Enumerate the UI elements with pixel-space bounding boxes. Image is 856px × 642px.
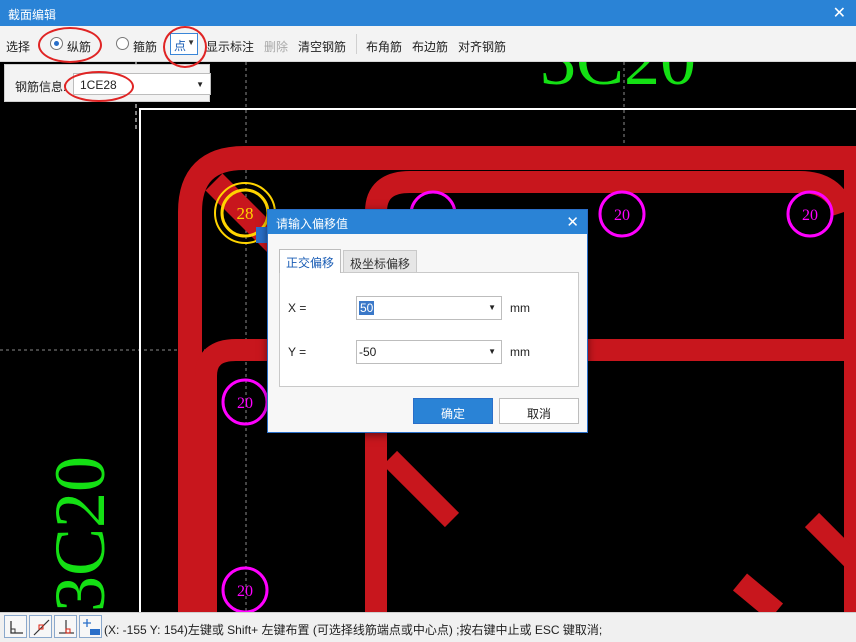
stirrup-radio[interactable]: [116, 37, 129, 50]
chevron-down-icon: ▼: [488, 347, 496, 356]
y-unit: mm: [510, 345, 530, 359]
toolbar: 选择 纵筋 箍筋 点 ▼ 显示标注 删除 清空钢筋 布角筋 布边筋 对齐钢筋: [0, 26, 856, 62]
dialog-close-icon[interactable]: ✕: [566, 213, 579, 231]
dynamic-input-icon[interactable]: [79, 615, 102, 638]
delete-button[interactable]: 删除: [264, 38, 288, 55]
x-offset-field[interactable]: 50 ▼: [356, 296, 502, 320]
dialog-title: 请输入偏移值: [276, 217, 349, 231]
clear-rebar-button[interactable]: 清空钢筋: [298, 38, 346, 55]
snap-endpoint-icon[interactable]: [29, 615, 52, 638]
rebar-info-select[interactable]: 1CE28 ▼: [73, 73, 211, 95]
window-title-bar: 截面编辑 ✕: [0, 0, 856, 26]
point-mode-value: 点: [174, 39, 187, 53]
y-offset-value: -50: [359, 345, 377, 359]
chevron-down-icon: ▼: [488, 303, 496, 312]
ortho-mode-icon[interactable]: [4, 615, 27, 638]
rebar-info-label: 钢筋信息:: [15, 80, 67, 94]
window-close-icon[interactable]: ✕: [833, 3, 846, 23]
tab-orthogonal-offset[interactable]: 正交偏移: [279, 249, 342, 273]
toolbar-divider: [356, 34, 357, 54]
chevron-down-icon: ▼: [187, 38, 195, 47]
rebar-label: 20: [237, 395, 253, 412]
stirrup-label[interactable]: 箍筋: [133, 38, 157, 55]
rebar-label: 20: [237, 583, 253, 600]
point-mode-dropdown[interactable]: 点 ▼: [170, 33, 198, 55]
corner-rebar-button[interactable]: 布角筋: [366, 38, 402, 55]
longitudinal-label[interactable]: 纵筋: [67, 38, 91, 55]
rebar-spec-label-left: 3C20: [40, 456, 120, 612]
snap-perpendicular-icon[interactable]: [54, 615, 77, 638]
rebar-info-value: 1CE28: [80, 78, 117, 92]
stirrup-hook: [382, 450, 460, 528]
tab-polar-offset[interactable]: 极坐标偏移: [343, 250, 418, 272]
tab-panel: X = 50 ▼ mm Y = -50 ▼ mm: [279, 272, 579, 387]
align-rebar-button[interactable]: 对齐钢筋: [458, 38, 506, 55]
show-annotation-button[interactable]: 显示标注: [206, 38, 254, 55]
dialog-title-bar: 请输入偏移值 ✕: [268, 210, 587, 234]
x-label: X =: [288, 301, 307, 315]
stirrup-hook: [732, 573, 784, 612]
cancel-button[interactable]: 取消: [499, 398, 579, 424]
x-unit: mm: [510, 301, 530, 315]
rebar-spec-label-top: 3C20: [540, 62, 696, 100]
rebar-label: 20: [802, 207, 818, 224]
y-offset-field[interactable]: -50 ▼: [356, 340, 502, 364]
offset-dialog: 请输入偏移值 ✕ 正交偏移 极坐标偏移 X = 50 ▼ mm Y = -50 …: [267, 209, 588, 433]
chevron-down-icon: ▼: [196, 80, 204, 89]
corner-bar-label: 28: [237, 204, 254, 223]
longitudinal-radio[interactable]: [50, 37, 63, 50]
x-offset-value: 50: [359, 301, 375, 315]
status-bar: (X: -155 Y: 154)左键或 Shift+ 左键布置 (可选择线筋端点…: [0, 612, 856, 642]
rebar-label: 20: [614, 207, 630, 224]
rebar-info-panel: 钢筋信息: 1CE28 ▼: [4, 64, 211, 102]
status-message: (X: -155 Y: 154)左键或 Shift+ 左键布置 (可选择线筋端点…: [104, 623, 603, 637]
edge-rebar-button[interactable]: 布边筋: [412, 38, 448, 55]
ok-button[interactable]: 确定: [413, 398, 493, 424]
y-label: Y =: [288, 345, 307, 359]
window-title: 截面编辑: [8, 8, 57, 22]
select-label: 选择: [6, 40, 31, 54]
